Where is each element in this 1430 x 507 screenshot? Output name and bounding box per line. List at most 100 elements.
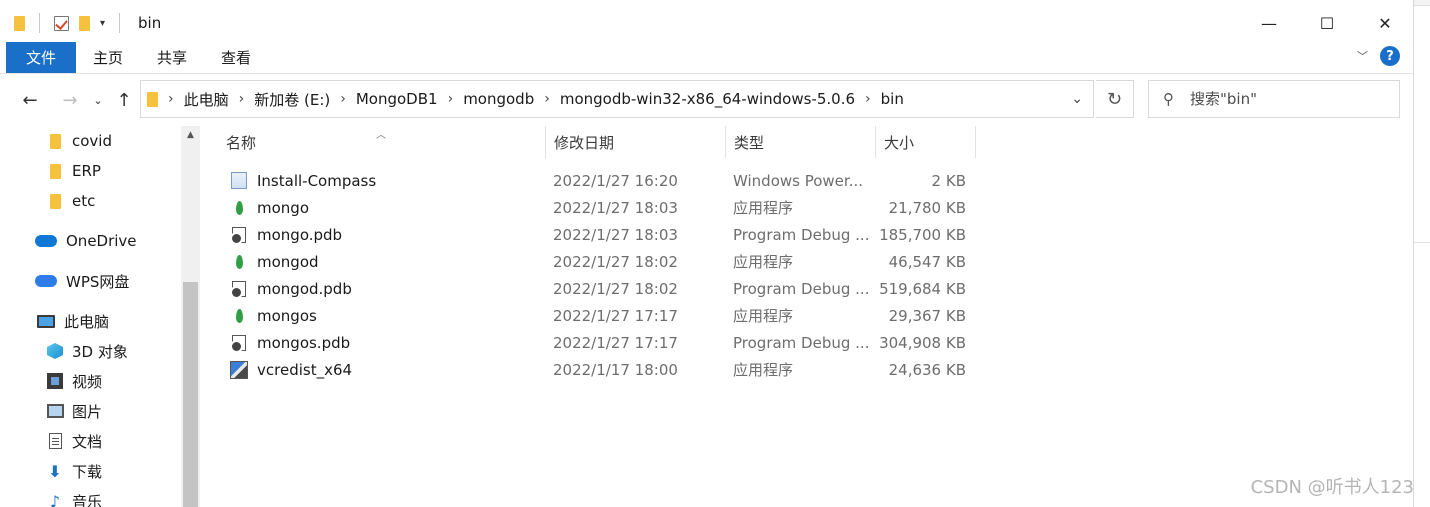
file-size: 2 KB bbox=[931, 171, 966, 190]
file-size: 21,780 KB bbox=[888, 198, 966, 217]
tab-share[interactable]: 共享 bbox=[140, 42, 204, 73]
search-box[interactable]: ⚲ bbox=[1148, 80, 1400, 118]
file-row[interactable]: mongo 2022/1/27 18:03 应用程序 21,780 KB bbox=[226, 194, 976, 221]
mongodb-leaf-icon bbox=[235, 254, 243, 269]
file-size: 304,908 KB bbox=[879, 333, 966, 352]
column-header-name[interactable]: 名称 bbox=[218, 126, 546, 158]
file-row[interactable]: mongos.pdb 2022/1/27 17:17 Program Debug… bbox=[226, 329, 976, 356]
refresh-icon[interactable]: ↻ bbox=[1096, 80, 1134, 118]
new-folder-icon[interactable] bbox=[79, 15, 90, 31]
nav-item-label: 下载 bbox=[72, 462, 103, 481]
nav-item-label: 视频 bbox=[72, 372, 103, 391]
file-date: 2022/1/27 18:02 bbox=[553, 279, 678, 298]
breadcrumb-mongodb[interactable]: mongodb bbox=[463, 90, 534, 108]
tab-home[interactable]: 主页 bbox=[76, 42, 140, 73]
file-row[interactable]: mongod.pdb 2022/1/27 18:02 Program Debug… bbox=[226, 275, 976, 302]
nav-item-etc[interactable]: etc bbox=[46, 186, 95, 216]
file-date: 2022/1/27 17:17 bbox=[553, 306, 678, 325]
nav-item-label: 音乐 bbox=[72, 492, 103, 507]
forward-arrow-icon[interactable]: → bbox=[58, 86, 82, 114]
breadcrumb-chevron-icon[interactable]: › bbox=[544, 91, 550, 107]
breadcrumb-chevron-icon[interactable]: › bbox=[168, 91, 174, 107]
file-name: vcredist_x64 bbox=[257, 360, 353, 379]
nav-item-videos[interactable]: 视频 bbox=[46, 366, 102, 396]
nav-item-onedrive[interactable]: OneDrive bbox=[34, 226, 137, 256]
file-date: 2022/1/27 17:17 bbox=[553, 333, 678, 352]
nav-item-label: 3D 对象 bbox=[72, 342, 128, 361]
nav-item-3d-objects[interactable]: 3D 对象 bbox=[46, 336, 128, 366]
computer-icon bbox=[37, 314, 55, 328]
nav-item-label: WPS网盘 bbox=[66, 272, 130, 291]
scrollbar-thumb[interactable] bbox=[183, 282, 198, 507]
file-size: 185,700 KB bbox=[879, 225, 966, 244]
expand-ribbon-chevron-icon[interactable]: ﹀ bbox=[1357, 48, 1368, 64]
file-row[interactable]: mongod 2022/1/27 18:02 应用程序 46,547 KB bbox=[226, 248, 976, 275]
tab-view[interactable]: 查看 bbox=[204, 42, 268, 73]
mongodb-leaf-icon bbox=[235, 200, 243, 215]
close-button[interactable]: ✕ bbox=[1356, 4, 1413, 42]
nav-item-this-pc[interactable]: 此电脑 bbox=[36, 306, 109, 336]
file-row[interactable]: mongo.pdb 2022/1/27 18:03 Program Debug … bbox=[226, 221, 976, 248]
qat-divider bbox=[119, 13, 121, 33]
title-bar: ▾ bin — ☐ ✕ bbox=[0, 4, 1413, 42]
address-dropdown-chevron-icon[interactable]: ⌄ bbox=[1071, 91, 1083, 107]
tab-file[interactable]: 文件 bbox=[6, 42, 76, 73]
address-bar[interactable]: › 此电脑 › 新加卷 (E:) › MongoDB1 › mongodb › … bbox=[140, 80, 1094, 118]
nav-item-documents[interactable]: 文档 bbox=[46, 426, 102, 456]
file-size: 29,367 KB bbox=[888, 306, 966, 325]
installer-icon bbox=[230, 360, 248, 379]
qat-customize-chevron-icon[interactable]: ▾ bbox=[100, 18, 105, 29]
file-type: Program Debug ... bbox=[733, 225, 870, 244]
recent-locations-chevron-icon[interactable]: ⌄ bbox=[90, 86, 106, 114]
nav-item-label: 文档 bbox=[72, 432, 103, 451]
breadcrumb-mongodb-version[interactable]: mongodb-win32-x86_64-windows-5.0.6 bbox=[560, 90, 855, 108]
nav-item-label: 此电脑 bbox=[64, 312, 110, 331]
navigation-pane-scrollbar[interactable]: ▲ bbox=[181, 126, 200, 507]
nav-item-music[interactable]: ♪ 音乐 bbox=[46, 486, 102, 507]
properties-check-icon[interactable] bbox=[54, 15, 69, 31]
file-type: Program Debug ... bbox=[733, 333, 870, 352]
up-arrow-icon[interactable]: ↑ bbox=[114, 86, 134, 114]
scroll-up-arrow-icon[interactable]: ▲ bbox=[181, 126, 200, 144]
ribbon-right-controls: ﹀ ? bbox=[1357, 46, 1400, 66]
file-size: 46,547 KB bbox=[888, 252, 966, 271]
file-name: mongo.pdb bbox=[257, 225, 343, 244]
music-icon: ♪ bbox=[49, 491, 61, 507]
file-row[interactable]: Install-Compass 2022/1/27 16:20 Windows … bbox=[226, 167, 976, 194]
pdb-file-icon bbox=[230, 226, 246, 245]
nav-item-label: etc bbox=[72, 192, 96, 210]
folder-icon bbox=[49, 193, 61, 209]
breadcrumb-drive-e[interactable]: 新加卷 (E:) bbox=[254, 89, 330, 110]
file-row[interactable]: vcredist_x64 2022/1/17 18:00 应用程序 24,636… bbox=[226, 356, 976, 383]
column-header-date-modified[interactable]: 修改日期 bbox=[546, 126, 726, 158]
breadcrumb-chevron-icon[interactable]: › bbox=[239, 91, 245, 107]
column-header-type[interactable]: 类型 bbox=[726, 126, 876, 158]
nav-item-pictures[interactable]: 图片 bbox=[46, 396, 102, 426]
breadcrumb-chevron-icon[interactable]: › bbox=[340, 91, 346, 107]
window-controls: — ☐ ✕ bbox=[1240, 4, 1413, 42]
folder-icon bbox=[49, 163, 61, 179]
help-icon[interactable]: ? bbox=[1380, 46, 1400, 66]
download-icon: ⬇ bbox=[48, 461, 62, 481]
breadcrumb-chevron-icon[interactable]: › bbox=[448, 91, 454, 107]
nav-item-label: covid bbox=[72, 132, 112, 150]
nav-item-wps-cloud[interactable]: WPS网盘 bbox=[34, 266, 129, 296]
back-arrow-icon[interactable]: ← bbox=[18, 86, 42, 114]
nav-item-erp[interactable]: ERP bbox=[46, 156, 101, 186]
breadcrumb-chevron-icon[interactable]: › bbox=[865, 91, 871, 107]
minimize-button[interactable]: — bbox=[1240, 4, 1298, 42]
column-header-size[interactable]: 大小 bbox=[876, 126, 976, 158]
search-input[interactable] bbox=[1190, 90, 1380, 108]
file-name: mongo bbox=[257, 198, 309, 217]
breadcrumb-this-pc[interactable]: 此电脑 bbox=[184, 89, 229, 110]
file-row[interactable]: mongos 2022/1/27 17:17 应用程序 29,367 KB bbox=[226, 302, 976, 329]
breadcrumb-mongodb1[interactable]: MongoDB1 bbox=[356, 90, 438, 108]
folder-icon bbox=[147, 91, 158, 107]
pdb-file-icon bbox=[230, 334, 246, 353]
maximize-button[interactable]: ☐ bbox=[1298, 4, 1356, 42]
file-type: Program Debug ... bbox=[733, 279, 870, 298]
breadcrumb-bin[interactable]: bin bbox=[881, 90, 904, 108]
file-date: 2022/1/27 16:20 bbox=[553, 171, 678, 190]
nav-item-covid[interactable]: covid bbox=[46, 126, 112, 156]
nav-item-downloads[interactable]: ⬇ 下载 bbox=[46, 456, 102, 486]
